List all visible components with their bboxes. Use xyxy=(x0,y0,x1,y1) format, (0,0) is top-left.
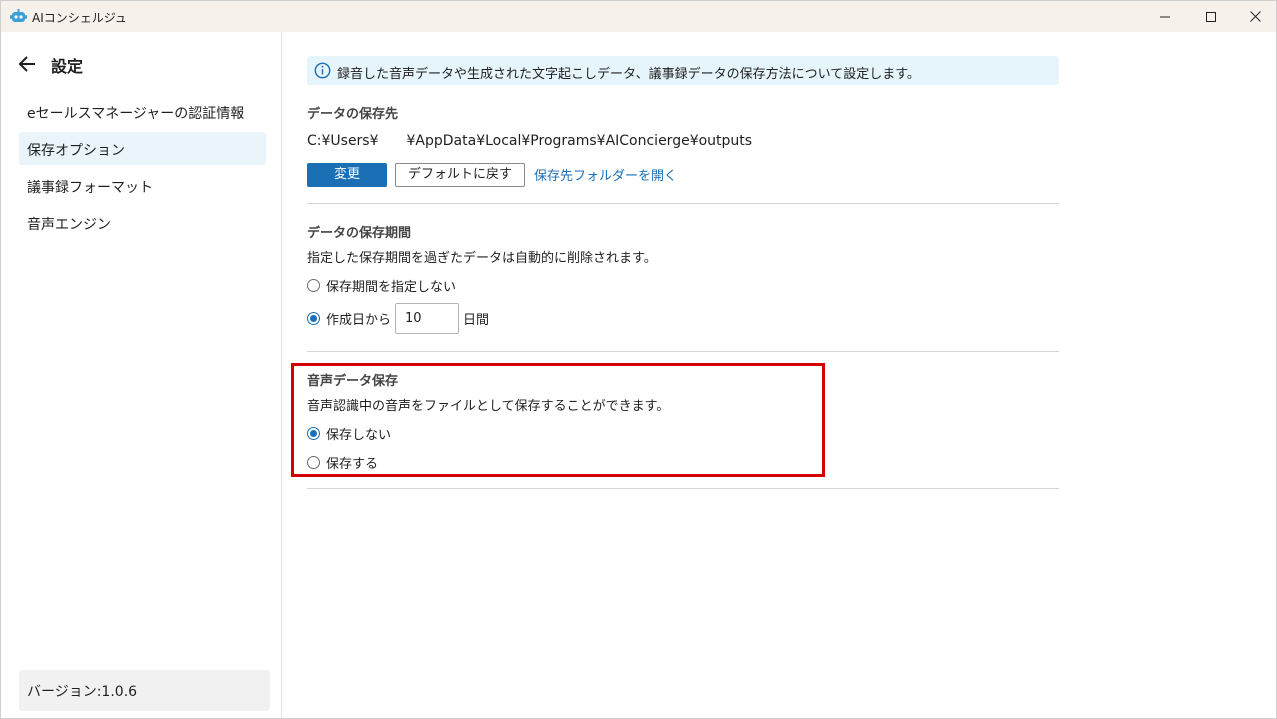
retention-days-input[interactable]: 10 xyxy=(395,303,460,334)
divider xyxy=(307,351,1059,352)
retention-from-created-option[interactable]: 作成日から 10 日間 xyxy=(307,303,489,334)
sidebar-item-speech-engine[interactable]: 音声エンジン xyxy=(19,206,266,239)
sidebar: 設定 eセールスマネージャーの認証情報 保存オプション 議事録フォーマット 音声… xyxy=(1,32,282,718)
retention-from-created-label: 作成日から xyxy=(326,313,392,328)
settings-content: 録音した音声データや生成された文字起こしデータ、議事録データの保存方法について設… xyxy=(283,32,1276,718)
retention-description: 指定した保存期間を過ぎたデータは自動的に削除されます。 xyxy=(307,251,657,266)
reset-default-button[interactable]: デフォルトに戻す xyxy=(395,163,525,187)
retention-none-label: 保存期間を指定しない xyxy=(326,280,457,295)
retention-days-unit: 日間 xyxy=(463,313,490,328)
info-icon xyxy=(314,62,331,79)
open-folder-link[interactable]: 保存先フォルダーを開く xyxy=(534,165,677,184)
info-banner: 録音した音声データや生成された文字起こしデータ、議事録データの保存方法について設… xyxy=(307,56,1059,85)
sidebar-item-auth-info[interactable]: eセールスマネージャーの認証情報 xyxy=(19,95,266,128)
robot-icon xyxy=(10,9,27,22)
close-icon xyxy=(1249,11,1261,22)
divider xyxy=(307,488,1059,489)
storage-path: C:¥Users¥ ¥AppData¥Local¥Programs¥AIConc… xyxy=(307,133,753,149)
radio-button-selected[interactable] xyxy=(307,312,320,325)
storage-location-title: データの保存先 xyxy=(307,107,399,122)
window-title: AIコンシェルジュ xyxy=(32,11,127,25)
info-text: 録音した音声データや生成された文字起こしデータ、議事録データの保存方法について設… xyxy=(337,67,920,82)
title-bar: AIコンシェルジュ xyxy=(1,1,1276,32)
radio-button[interactable] xyxy=(307,279,320,292)
highlight-box xyxy=(291,363,825,477)
retention-title: データの保存期間 xyxy=(307,226,412,241)
minimize-button[interactable] xyxy=(1142,1,1188,32)
page-title: 設定 xyxy=(51,57,84,76)
app-window: AIコンシェルジュ 設定 eセールスマネージャーの認証情報 保存オプション 議事… xyxy=(0,0,1277,719)
version-label: バージョン:1.0.6 xyxy=(19,670,270,711)
sidebar-item-minutes-format[interactable]: 議事録フォーマット xyxy=(19,169,266,202)
close-button[interactable] xyxy=(1232,1,1277,32)
maximize-button[interactable] xyxy=(1188,1,1234,32)
retention-none-option[interactable]: 保存期間を指定しない xyxy=(307,276,456,295)
change-button[interactable]: 変更 xyxy=(307,163,387,187)
sidebar-item-save-options[interactable]: 保存オプション xyxy=(19,132,266,165)
back-button[interactable] xyxy=(17,54,39,74)
divider xyxy=(307,203,1059,204)
arrow-left-icon xyxy=(18,56,35,72)
minimize-icon xyxy=(1160,16,1170,17)
maximize-icon xyxy=(1206,11,1216,22)
